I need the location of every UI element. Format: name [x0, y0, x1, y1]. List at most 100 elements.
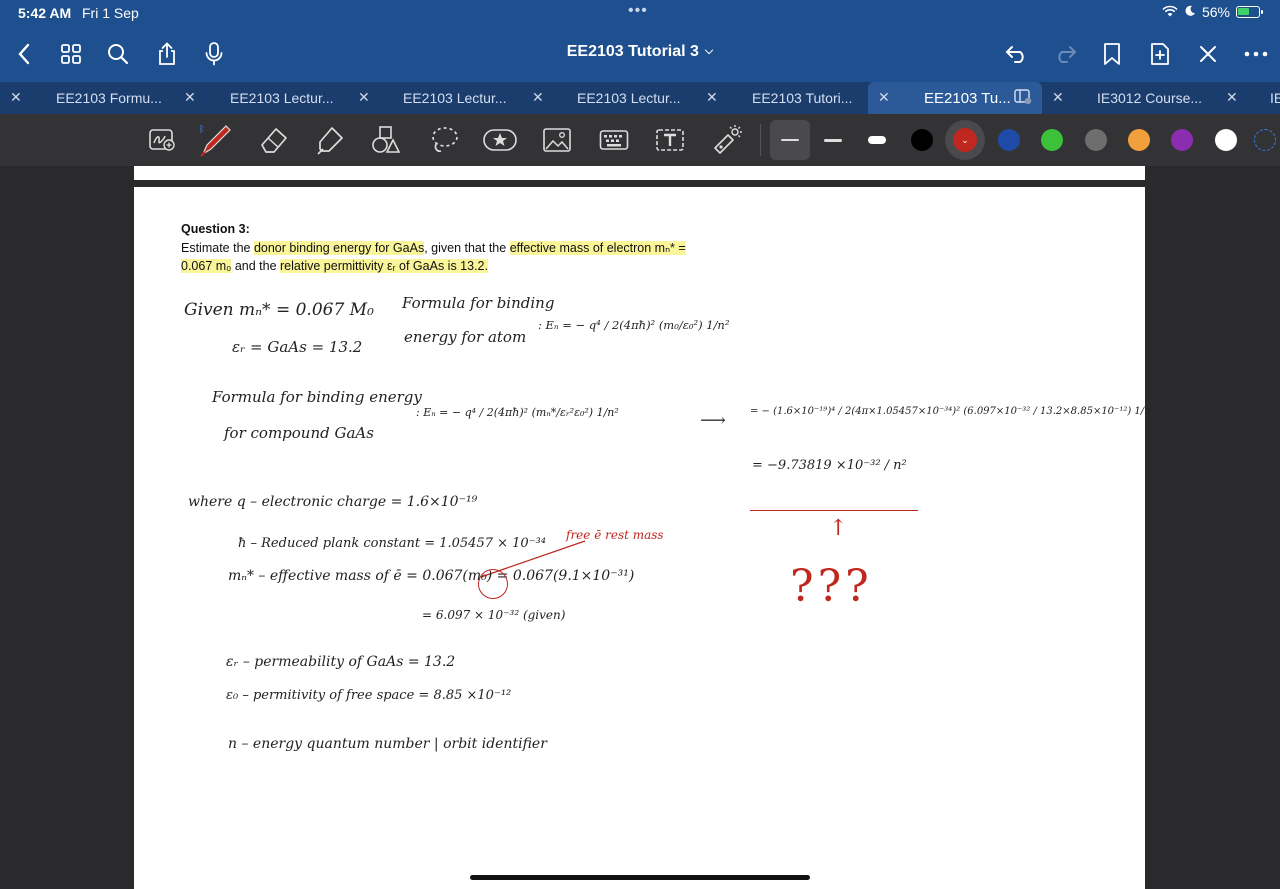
tab-label: IE	[1270, 90, 1280, 106]
redo-icon[interactable]	[1047, 36, 1083, 72]
app-window: 5:42 AM Fri 1 Sep ••• 56% EE2103 Tutoria…	[0, 0, 1280, 889]
highlight[interactable]: 0.067 m₀	[181, 259, 232, 273]
multitasking-dots-icon[interactable]: •••	[628, 2, 648, 20]
color-swatch-selected[interactable]: ⌄	[945, 120, 985, 160]
svg-text:ᛒ: ᛒ	[199, 124, 204, 135]
m0-circle-annotation	[478, 569, 508, 599]
note-mn-value: = 6.097 × 10⁻³² (given)	[422, 608, 566, 622]
close-tab-icon[interactable]: ✕	[532, 89, 544, 106]
tab-item-active[interactable]: ✕ EE2103 Tu...	[868, 82, 1042, 114]
question-line-1: Estimate the donor binding energy for Ga…	[181, 240, 686, 255]
page-gap	[134, 180, 1145, 187]
tab-label: EE2103 Lectur...	[230, 90, 334, 106]
tab-item[interactable]: ✕ EE2103 Formu...	[0, 82, 174, 114]
note-formula-compound-eq: : Eₙ = − q⁴ / 2(4πħ)² (mₙ*/εᵣ²ε₀²) 1/n²	[416, 406, 619, 419]
stroke-thick-button[interactable]	[857, 120, 897, 160]
highlighter-icon[interactable]	[312, 122, 348, 158]
color-swatch[interactable]	[911, 129, 933, 151]
close-tab-icon[interactable]: ✕	[358, 89, 370, 106]
stroke-thick-icon	[868, 136, 886, 144]
color-swatch[interactable]	[1215, 129, 1237, 151]
status-date: Fri 1 Sep	[82, 5, 139, 21]
tab-item[interactable]: ✕ EE2103 Lectur...	[348, 82, 522, 114]
stroke-medium-icon	[824, 138, 842, 142]
more-icon[interactable]	[1238, 36, 1274, 72]
tab-label: EE2103 Tu...	[924, 90, 1011, 107]
close-tab-icon[interactable]: ✕	[878, 89, 890, 106]
text-box-icon[interactable]	[652, 122, 688, 158]
highlight[interactable]: effective mass of electron mₙ* =	[509, 241, 686, 255]
tab-label: EE2103 Formu...	[56, 90, 162, 106]
note-substitution: = − (1.6×10⁻¹⁹)⁴ / 2(4π×1.05457×10⁻³⁴)² …	[750, 406, 1155, 417]
laser-pointer-icon[interactable]	[709, 122, 745, 158]
color-swatch[interactable]	[998, 129, 1020, 151]
question-line-2: 0.067 m₀ and the relative permittivity ε…	[181, 259, 488, 273]
highlight[interactable]: relative permittivity εᵣ of GaAs is 13.2…	[280, 259, 488, 273]
note-er-definition: εᵣ – permeability of GaAs = 13.2	[226, 654, 456, 670]
tab-bar: ✕ EE2103 Formu... ✕ EE2103 Lectur... ✕ E…	[0, 82, 1280, 114]
close-tab-icon[interactable]: ✕	[10, 89, 22, 106]
note-given-mn: Given mₙ* = 0.067 M₀	[184, 300, 374, 320]
add-color-button[interactable]	[1254, 129, 1276, 151]
eraser-icon[interactable]	[256, 122, 292, 158]
status-time: 5:42 AM	[18, 5, 72, 21]
close-tab-icon[interactable]: ✕	[1226, 89, 1238, 106]
text-run: and the	[231, 259, 281, 273]
tab-label: EE2103 Lectur...	[577, 90, 681, 106]
arrow-up-icon: ↑	[829, 516, 848, 541]
bookmark-icon[interactable]	[1094, 36, 1130, 72]
add-page-icon[interactable]	[1142, 36, 1178, 72]
close-tab-icon[interactable]: ✕	[706, 89, 718, 106]
home-indicator[interactable]	[470, 875, 810, 880]
status-right: 56%	[1162, 4, 1263, 20]
note-formula-compound-2: for compound GaAs	[224, 424, 374, 442]
chevron-down-icon: ⌵	[704, 45, 714, 57]
note-mn-definition: mₙ* – effective mass of ē = 0.067(m₀) = …	[228, 568, 635, 584]
keyboard-icon[interactable]	[596, 122, 632, 158]
split-view-icon[interactable]	[1014, 89, 1032, 108]
stroke-thin-button[interactable]	[770, 120, 810, 160]
note-given-er: εᵣ = GaAs = 13.2	[232, 338, 363, 356]
tab-item[interactable]: ✕ IE3012 Course...	[1042, 82, 1216, 114]
stroke-medium-button[interactable]	[813, 120, 853, 160]
tab-label: EE2103 Lectur...	[403, 90, 507, 106]
annotation-toolbar: ᛒ ⌄	[0, 114, 1280, 166]
color-swatch[interactable]	[1041, 129, 1063, 151]
chevron-down-icon: ⌄	[953, 128, 977, 152]
close-tab-icon[interactable]: ✕	[184, 89, 196, 106]
arrow-right-icon: ⟶	[700, 410, 726, 431]
note-result: = −9.73819 ×10⁻³² / n²	[752, 458, 907, 473]
pdf-page[interactable]: Question 3: Estimate the donor binding e…	[134, 166, 1155, 889]
highlight[interactable]: donor binding energy for GaAs	[253, 241, 425, 255]
tab-item[interactable]: ✕ EE2103 Lectur...	[174, 82, 348, 114]
color-swatch[interactable]	[1128, 129, 1150, 151]
battery-icon	[1236, 6, 1263, 18]
toolbar-divider	[760, 124, 761, 156]
shapes-icon[interactable]	[368, 122, 404, 158]
color-swatch[interactable]	[1085, 129, 1107, 151]
text-run: Estimate the	[181, 241, 254, 255]
wifi-icon	[1162, 4, 1178, 20]
elements-star-icon[interactable]	[482, 122, 518, 158]
color-swatch[interactable]	[1171, 129, 1193, 151]
lasso-icon[interactable]	[426, 122, 462, 158]
tab-item[interactable]: ✕ EE2103 Tutori...	[696, 82, 870, 114]
lasso-select-icon[interactable]	[144, 122, 180, 158]
previous-page-edge	[134, 166, 1145, 180]
tab-label: IE3012 Course...	[1097, 90, 1203, 106]
close-tab-icon[interactable]: ✕	[1052, 89, 1064, 106]
note-n-definition: n – energy quantum number | orbit identi…	[228, 736, 547, 752]
undo-icon[interactable]	[999, 36, 1035, 72]
result-underline	[750, 510, 918, 511]
close-pen-icon[interactable]	[1190, 36, 1226, 72]
tab-item[interactable]: ✕ EE2103 Lectur...	[522, 82, 696, 114]
pen-icon[interactable]: ᛒ	[198, 122, 234, 158]
document-title-text: EE2103 Tutorial 3	[566, 43, 699, 60]
image-icon[interactable]	[539, 122, 575, 158]
document-title[interactable]: EE2103 Tutorial 3 ⌵	[0, 43, 1280, 61]
tab-item[interactable]: ✕ IE	[1216, 82, 1280, 114]
nav-bar: EE2103 Tutorial 3 ⌵	[0, 26, 1280, 82]
note-formula-compound-1: Formula for binding energy	[212, 388, 422, 406]
battery-percent: 56%	[1201, 4, 1230, 20]
text-run: , given that the	[424, 241, 510, 255]
